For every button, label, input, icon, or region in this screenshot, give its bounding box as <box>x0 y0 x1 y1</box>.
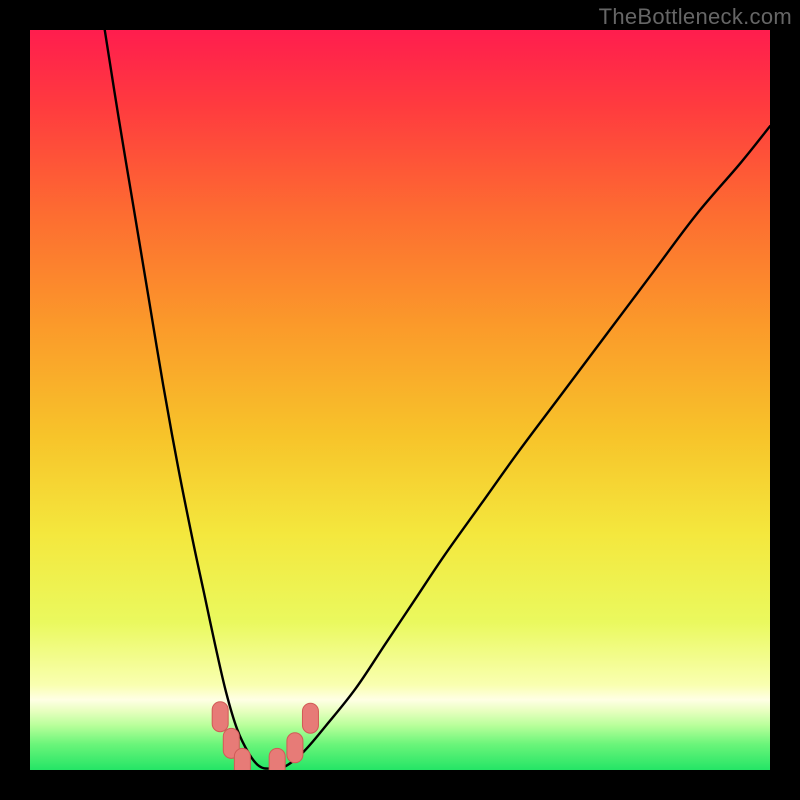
curve-marker <box>287 733 303 763</box>
curve-marker <box>269 748 285 770</box>
curve-marker <box>212 702 228 732</box>
curve-marker <box>234 748 250 770</box>
watermark-label: TheBottleneck.com <box>599 4 792 30</box>
curve-marker <box>302 703 318 733</box>
bottleneck-chart <box>30 30 770 770</box>
plot-area <box>30 30 770 770</box>
gradient-background <box>30 30 770 770</box>
chart-frame: TheBottleneck.com <box>0 0 800 800</box>
